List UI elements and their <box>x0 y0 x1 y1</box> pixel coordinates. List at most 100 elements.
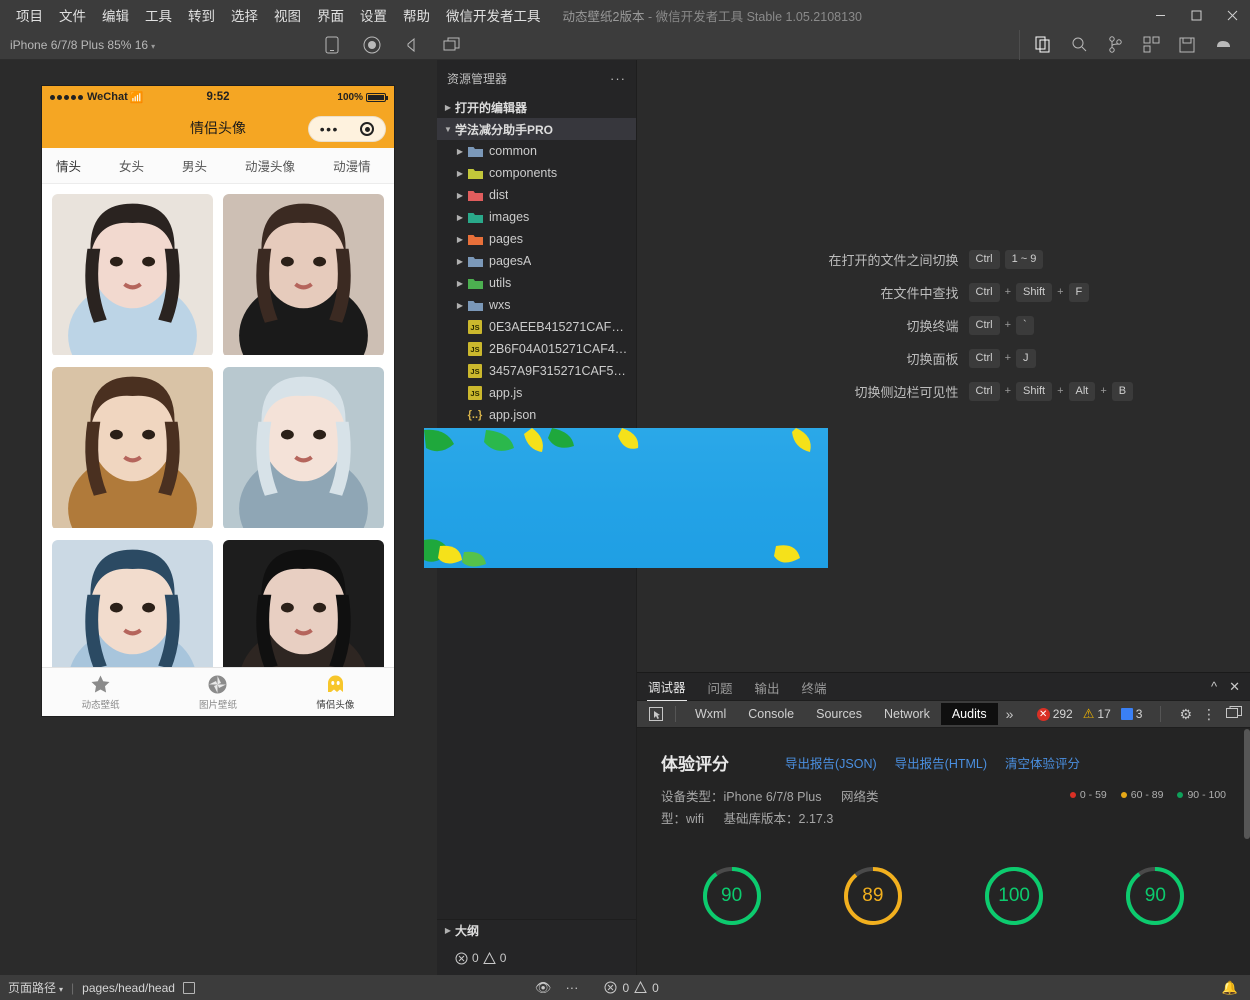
tree-item-app-json[interactable]: {..}app.json <box>437 404 636 426</box>
tree-item-images[interactable]: ▶images <box>437 206 636 228</box>
tree-item-0e3aeeb415271caf68---[interactable]: JS0E3AEEB415271CAF68... <box>437 316 636 338</box>
debug-icon[interactable] <box>1214 36 1232 54</box>
cdt-tab-console[interactable]: Console <box>737 703 805 725</box>
tabbar-item-0[interactable]: 动态壁纸 <box>42 673 159 711</box>
current-page-path[interactable]: pages/head/head <box>82 981 175 995</box>
wechat-capsule[interactable]: ••• <box>308 116 386 142</box>
menu-item-2[interactable]: 编辑 <box>94 1 137 29</box>
shortcut-label: 在文件中查找 <box>729 283 959 302</box>
tree-item-2b6f04a015271caf4d---[interactable]: JS2B6F04A015271CAF4D... <box>437 338 636 360</box>
chevron-right-icon: ▶ <box>453 191 467 200</box>
warning-badge[interactable]: ⚠ 17 <box>1083 706 1111 722</box>
phone-tab-1[interactable]: 女头 <box>119 156 144 175</box>
avatar-thumbnail[interactable] <box>52 194 213 357</box>
menu-item-9[interactable]: 帮助 <box>395 1 438 29</box>
menu-item-6[interactable]: 视图 <box>266 1 309 29</box>
phone-icon[interactable] <box>323 36 341 54</box>
cdt-tab-network[interactable]: Network <box>873 703 941 725</box>
phone-tab-bar[interactable]: 动态壁纸图片壁纸情侣头像 <box>42 667 394 716</box>
menu-item-3[interactable]: 工具 <box>137 1 180 29</box>
phone-category-tabs[interactable]: 情头 女头 男头 动漫头像 动漫情 <box>42 148 394 184</box>
multiwindow-icon[interactable] <box>443 36 461 54</box>
section-project-root[interactable]: ▼ 学法减分助手PRO <box>437 118 636 140</box>
section-open-editors[interactable]: ▶ 打开的编辑器 <box>437 96 636 118</box>
meta-libversion: 基础库版本：2.17.3 <box>724 812 834 826</box>
explorer-more-icon[interactable]: ··· <box>610 71 626 86</box>
overflow-icon[interactable]: » <box>998 706 1022 722</box>
close-button[interactable] <box>1214 0 1250 30</box>
gear-icon[interactable]: ⚙ <box>1179 706 1192 723</box>
audits-link-1[interactable]: 导出报告(HTML) <box>895 753 987 772</box>
device-selector[interactable]: iPhone 6/7/8 Plus 85% 16▾ <box>0 38 155 52</box>
tree-item-pagesa[interactable]: ▶pagesA <box>437 250 636 272</box>
audits-link-0[interactable]: 导出报告(JSON) <box>785 753 877 772</box>
audits-device-info: 设备类型：iPhone 6/7/8 Plus 网络类 型：wifi 基础库版本：… <box>661 787 879 831</box>
tree-item-dist[interactable]: ▶dist <box>437 184 636 206</box>
tabbar-item-2[interactable]: 情侣头像 <box>277 673 394 711</box>
avatar-thumbnail[interactable] <box>52 367 213 530</box>
record-icon[interactable] <box>363 36 381 54</box>
battery-icon <box>366 93 386 102</box>
devtools-tab-0[interactable]: 调试器 <box>647 672 687 701</box>
tree-item-app-js[interactable]: JSapp.js <box>437 382 636 404</box>
tree-item-3457a9f315271caf52---[interactable]: JS3457A9F315271CAF52... <box>437 360 636 382</box>
tree-item-wxs[interactable]: ▶wxs <box>437 294 636 316</box>
collapse-icon[interactable]: ^ <box>1211 679 1217 694</box>
inspect-icon[interactable] <box>645 705 667 723</box>
section-project-root-label: 学法减分助手PRO <box>455 121 553 138</box>
dock-icon[interactable] <box>1226 706 1242 723</box>
git-branch-icon[interactable] <box>1106 36 1124 54</box>
error-badge[interactable]: ✕ 292 <box>1037 707 1073 721</box>
key-separator: + <box>1100 385 1106 397</box>
tree-item-common[interactable]: ▶common <box>437 140 636 162</box>
tree-item-utils[interactable]: ▶utils <box>437 272 636 294</box>
explorer-icon[interactable] <box>1034 36 1052 54</box>
simulator-tools <box>323 36 485 54</box>
info-badge[interactable]: 3 <box>1121 707 1143 721</box>
tree-item-components[interactable]: ▶components <box>437 162 636 184</box>
menu-item-5[interactable]: 选择 <box>223 1 266 29</box>
audits-link-2[interactable]: 清空体验评分 <box>1005 753 1080 772</box>
cdt-tab-wxml[interactable]: Wxml <box>684 703 737 725</box>
menu-item-10[interactable]: 微信开发者工具 <box>438 1 549 29</box>
sidebar-problem-counts[interactable]: 0 0 <box>437 941 636 975</box>
menu-item-7[interactable]: 界面 <box>309 1 352 29</box>
more-icon[interactable]: ··· <box>565 980 578 995</box>
phone-tab-0[interactable]: 情头 <box>56 156 81 175</box>
devtools-tab-2[interactable]: 输出 <box>754 673 781 701</box>
avatar-thumbnail[interactable] <box>223 194 384 357</box>
bell-icon[interactable]: 🔔 <box>1222 980 1250 996</box>
tree-item-label: app.json <box>489 408 536 422</box>
menu-item-8[interactable]: 设置 <box>352 1 395 29</box>
extensions-icon[interactable] <box>1142 36 1160 54</box>
cdt-tab-sources[interactable]: Sources <box>805 703 873 725</box>
menu-item-0[interactable]: 项目 <box>8 1 51 29</box>
divider <box>675 706 676 722</box>
devtools-tab-1[interactable]: 问题 <box>707 673 734 701</box>
copy-icon[interactable] <box>183 982 195 994</box>
minimize-button[interactable] <box>1142 0 1178 30</box>
maximize-button[interactable] <box>1178 0 1214 30</box>
tabbar-item-1[interactable]: 图片壁纸 <box>159 673 276 711</box>
phone-tab-4[interactable]: 动漫情 <box>333 156 371 175</box>
more-vertical-icon[interactable]: ⋮ <box>1202 706 1216 723</box>
menu-item-4[interactable]: 转到 <box>180 1 223 29</box>
capsule-menu-icon[interactable]: ••• <box>320 122 339 136</box>
tree-item-pages[interactable]: ▶pages <box>437 228 636 250</box>
status-problems[interactable]: 0 0 <box>604 981 658 995</box>
sound-icon[interactable] <box>403 36 421 54</box>
phone-tab-3[interactable]: 动漫头像 <box>245 156 295 175</box>
save-icon[interactable] <box>1178 36 1196 54</box>
capsule-close-icon[interactable] <box>360 122 374 136</box>
eye-icon[interactable]: 👁 <box>535 980 552 996</box>
outline-section[interactable]: ▶ 大纲 <box>437 919 636 941</box>
page-path-label[interactable]: 页面路径▾ <box>8 979 63 996</box>
search-icon[interactable] <box>1070 36 1088 54</box>
cdt-tab-audits[interactable]: Audits <box>941 703 998 725</box>
avatar-thumbnail[interactable] <box>223 367 384 530</box>
devtools-scrollbar[interactable] <box>1244 729 1250 839</box>
devtools-tab-3[interactable]: 终端 <box>801 673 828 701</box>
menu-item-1[interactable]: 文件 <box>51 1 94 29</box>
phone-tab-2[interactable]: 男头 <box>182 156 207 175</box>
close-icon[interactable]: ✕ <box>1229 679 1240 695</box>
